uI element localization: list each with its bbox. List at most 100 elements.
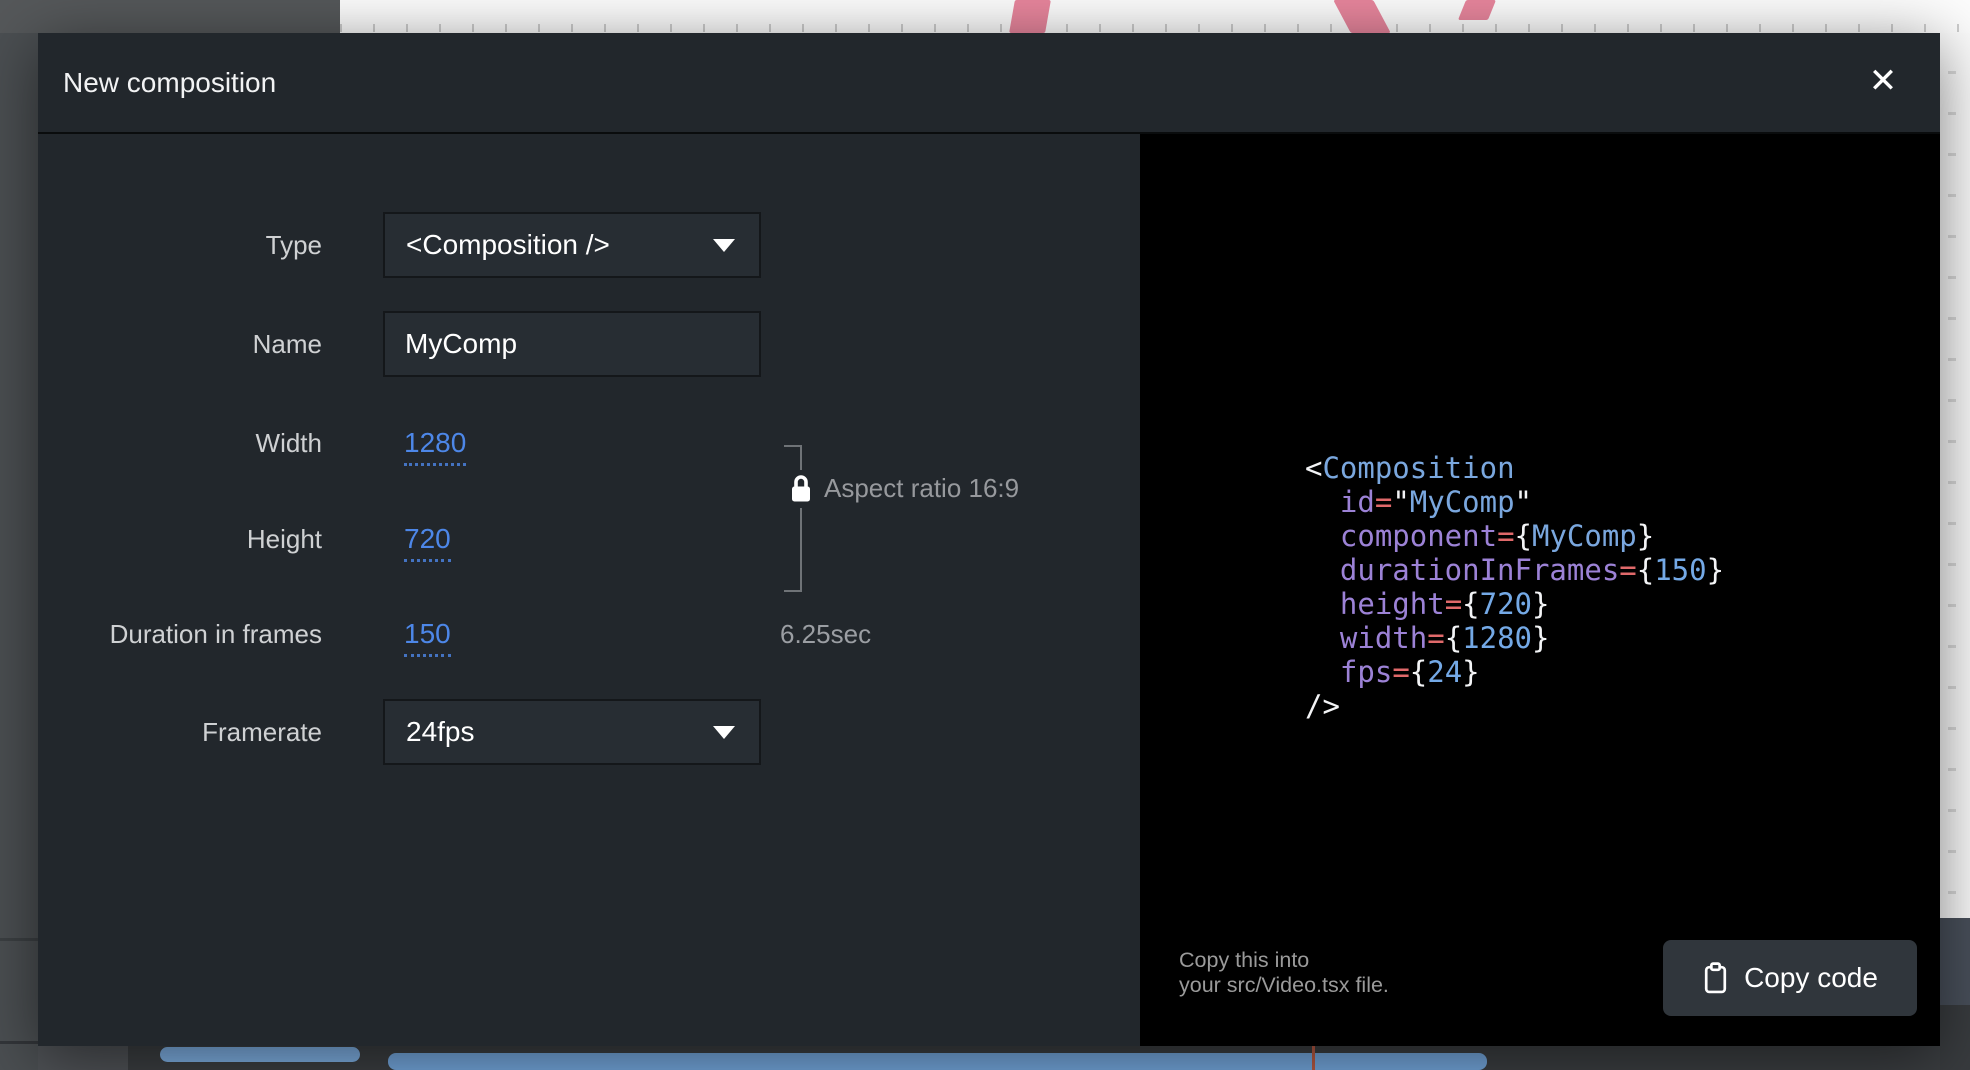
code-token: MyComp	[1532, 519, 1637, 553]
chevron-down-icon	[713, 726, 735, 739]
height-label: Height	[58, 506, 322, 572]
background-timeline-edge	[1940, 1005, 1970, 1070]
lock-icon	[789, 474, 813, 504]
duration-seconds-text: 6.25sec	[780, 601, 871, 667]
type-select-value: <Composition />	[406, 229, 713, 261]
code-token: Composition	[1322, 451, 1514, 485]
code-token: {	[1445, 621, 1462, 655]
timeline-track-pill	[160, 1047, 360, 1062]
code-token	[1305, 655, 1340, 689]
copy-hint-line2: your src/Video.tsx file.	[1179, 973, 1389, 998]
height-value: 720	[404, 523, 451, 562]
code-token: =	[1427, 621, 1444, 655]
type-select[interactable]: <Composition />	[383, 212, 761, 278]
aspect-ratio-bracket	[800, 445, 802, 592]
code-line: fps={24}	[1305, 655, 1724, 689]
close-icon: ✕	[1869, 64, 1898, 98]
clipboard-icon	[1702, 962, 1729, 995]
width-value-link[interactable]: 1280	[404, 410, 466, 476]
width-value: 1280	[404, 427, 466, 466]
code-token: }	[1462, 655, 1479, 689]
chevron-down-icon	[713, 239, 735, 252]
code-token: }	[1532, 621, 1549, 655]
code-token: height	[1340, 587, 1445, 621]
code-token: }	[1707, 553, 1724, 587]
new-composition-dialog: New composition ✕ Type <Composition /> N…	[38, 33, 1940, 1046]
code-line: id="MyComp"	[1305, 485, 1724, 519]
background-canvas-dots	[1948, 33, 1956, 918]
code-token: =	[1375, 485, 1392, 519]
code-token: fps	[1340, 655, 1392, 689]
code-token: }	[1532, 587, 1549, 621]
code-token: />	[1305, 689, 1340, 723]
background-panel-edge	[1940, 918, 1970, 1005]
code-token: =	[1619, 553, 1636, 587]
code-token: =	[1497, 519, 1514, 553]
aspect-ratio-text: Aspect ratio 16:9	[824, 455, 1019, 521]
background-divider	[0, 938, 38, 941]
code-token: {	[1515, 519, 1532, 553]
screen: New composition ✕ Type <Composition /> N…	[0, 0, 1970, 1070]
type-label: Type	[58, 212, 322, 278]
code-block: <Composition id="MyComp" component={MyCo…	[1305, 451, 1724, 723]
code-token: {	[1462, 587, 1479, 621]
code-token	[1305, 519, 1340, 553]
code-token: <	[1305, 451, 1322, 485]
code-token: }	[1637, 519, 1654, 553]
code-token	[1305, 553, 1340, 587]
code-token: "	[1515, 485, 1532, 519]
framerate-label: Framerate	[58, 699, 322, 765]
code-line: />	[1305, 689, 1724, 723]
framerate-select[interactable]: 24fps	[383, 699, 761, 765]
code-token: component	[1340, 519, 1497, 553]
code-token: 720	[1480, 587, 1532, 621]
background-sidebar	[0, 33, 38, 1070]
code-line: durationInFrames={150}	[1305, 553, 1724, 587]
aspect-ratio-bracket-top	[784, 445, 801, 447]
code-token: 24	[1427, 655, 1462, 689]
dialog-title: New composition	[63, 33, 276, 132]
code-token: width	[1340, 621, 1427, 655]
code-token: id	[1340, 485, 1375, 519]
timeline-track-bar	[388, 1053, 1487, 1070]
code-token	[1305, 621, 1340, 655]
canvas-artwork-stroke	[1009, 0, 1051, 33]
framerate-select-value: 24fps	[406, 716, 713, 748]
duration-label: Duration in frames	[58, 601, 322, 667]
aspect-ratio-bracket-bottom	[784, 590, 801, 592]
width-label: Width	[58, 410, 322, 476]
copy-hint-line1: Copy this into	[1179, 948, 1389, 973]
timeline-playhead	[1312, 1046, 1315, 1070]
copy-code-label: Copy code	[1744, 962, 1878, 994]
duration-value-link[interactable]: 150	[404, 601, 451, 667]
duration-value: 150	[404, 618, 451, 657]
copy-code-button[interactable]: Copy code	[1663, 940, 1917, 1016]
code-token: 1280	[1462, 621, 1532, 655]
background-timeline-corner	[38, 1046, 128, 1070]
code-line: height={720}	[1305, 587, 1724, 621]
background-divider	[0, 1041, 38, 1044]
code-token	[1305, 587, 1340, 621]
code-token: =	[1392, 655, 1409, 689]
code-token: durationInFrames	[1340, 553, 1619, 587]
code-token	[1305, 485, 1340, 519]
code-token: 150	[1654, 553, 1706, 587]
copy-hint-text: Copy this into your src/Video.tsx file.	[1179, 948, 1389, 998]
code-token: MyComp	[1410, 485, 1515, 519]
name-input[interactable]	[383, 311, 761, 377]
code-token: {	[1410, 655, 1427, 689]
timeline-ruler	[340, 24, 1970, 32]
close-button[interactable]: ✕	[1855, 51, 1911, 111]
code-preview-panel: <Composition id="MyComp" component={MyCo…	[1140, 134, 1940, 1046]
aspect-lock-button[interactable]	[786, 470, 816, 508]
code-line: component={MyComp}	[1305, 519, 1724, 553]
code-line: width={1280}	[1305, 621, 1724, 655]
name-label: Name	[58, 311, 322, 377]
code-line: <Composition	[1305, 451, 1724, 485]
code-token: "	[1392, 485, 1409, 519]
code-token: =	[1445, 587, 1462, 621]
code-token: {	[1637, 553, 1654, 587]
background-topbar	[0, 0, 340, 33]
height-value-link[interactable]: 720	[404, 506, 451, 572]
dialog-title-bar: New composition ✕	[38, 33, 1940, 132]
